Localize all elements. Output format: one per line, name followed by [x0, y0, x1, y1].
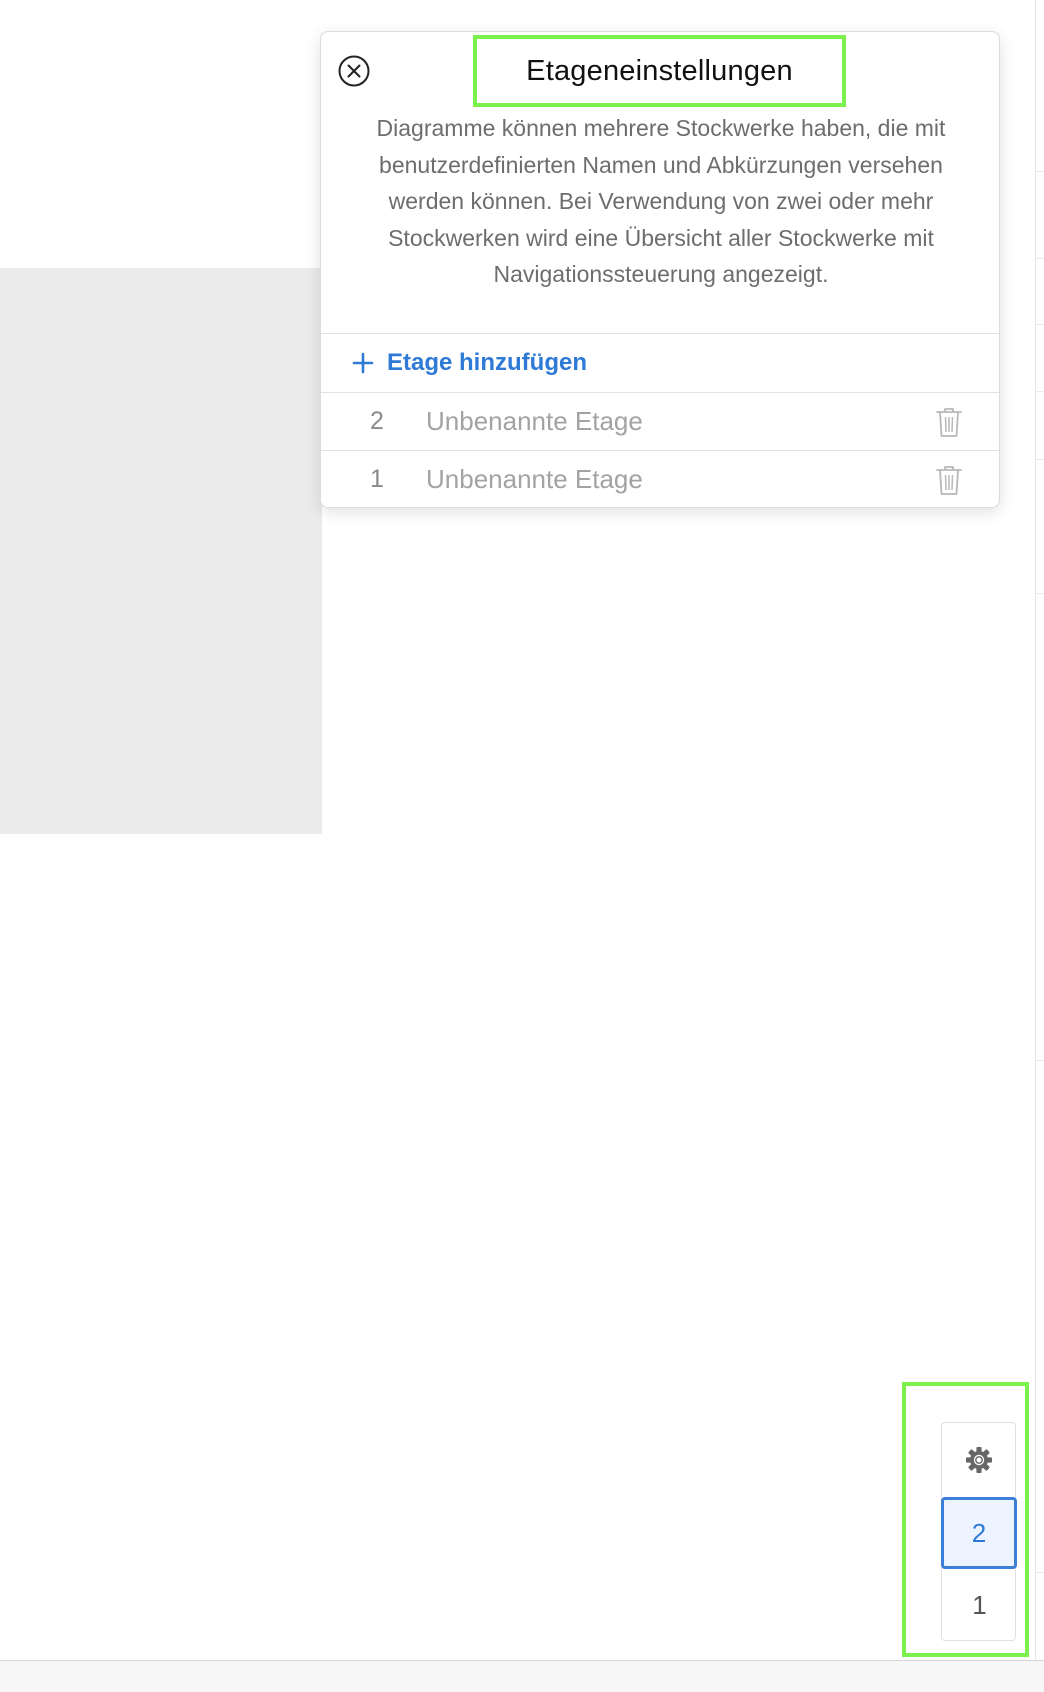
floor-number: 2	[370, 407, 384, 435]
floor-settings-popover: Etageneinstellungen Diagramme können meh…	[320, 31, 1000, 508]
diagram-shape[interactable]	[0, 268, 322, 834]
right-panel-tick	[1036, 593, 1044, 594]
right-panel-tick	[1036, 171, 1044, 172]
plus-icon	[352, 352, 374, 374]
right-panel-tick	[1036, 258, 1044, 259]
right-panel-tick	[1036, 1060, 1044, 1061]
right-panel-tick	[1036, 324, 1044, 325]
bottom-bar	[0, 1660, 1044, 1692]
add-floor-label: Etage hinzufügen	[387, 349, 587, 376]
right-panel-edge	[1035, 0, 1036, 1660]
add-floor-button[interactable]: Etage hinzufügen	[321, 334, 999, 392]
floor-navigator: 2 1	[941, 1422, 1017, 1641]
right-panel-tick	[1036, 1572, 1044, 1573]
popover-description: Diagramme können mehrere Stockwerke habe…	[376, 115, 946, 287]
close-circle-icon	[338, 55, 370, 87]
floor-nav-item-2[interactable]: 2	[941, 1497, 1017, 1569]
right-panel-tick	[1036, 459, 1044, 460]
trash-icon[interactable]	[934, 405, 964, 439]
floor-row: 1 Unbenannte Etage	[321, 451, 999, 507]
floor-nav-item-1[interactable]: 1	[942, 1569, 1017, 1641]
close-button[interactable]	[338, 55, 370, 87]
popover-title: Etageneinstellungen	[526, 54, 793, 87]
floor-row: 2 Unbenannte Etage	[321, 393, 999, 450]
floor-name-field[interactable]: Unbenannte Etage	[426, 406, 934, 437]
gear-icon[interactable]	[964, 1445, 994, 1475]
floor-number: 1	[370, 465, 384, 493]
right-panel-tick	[1036, 391, 1044, 392]
title-highlight: Etageneinstellungen	[473, 35, 846, 107]
trash-icon[interactable]	[934, 463, 964, 497]
floor-name-field[interactable]: Unbenannte Etage	[426, 464, 934, 495]
